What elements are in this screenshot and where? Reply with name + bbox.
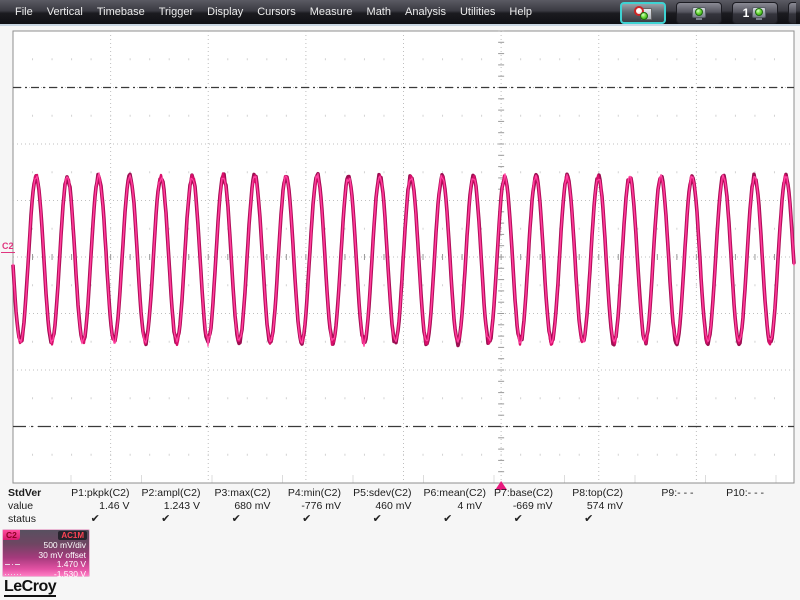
measurement-row-status: status ✔ ✔ ✔ ✔ ✔ ✔ ✔ ✔: [0, 512, 800, 526]
measurement-value-P1: 1.46 V: [99, 499, 130, 512]
menu-item-display[interactable]: Display: [200, 1, 250, 23]
channel-descriptor-box[interactable]: C2 AC1M 500 mV/div 30 mV offset 1.470 V …: [2, 529, 90, 579]
display-button[interactable]: [676, 2, 722, 24]
lecroy-logo: LeCroy: [4, 578, 57, 597]
trace-label-c2[interactable]: C2: [1, 242, 15, 253]
measurement-label-P6[interactable]: P6:mean(C2): [424, 487, 495, 499]
measurement-label-P5[interactable]: P5:sdev(C2): [353, 487, 424, 499]
menu-items: File Vertical Timebase Trigger Display Cursor…: [0, 1, 539, 23]
measurement-row-value: value 1.46 V 1.243 V 680 mV -776 mV 460 mV 4 m…: [0, 499, 800, 512]
display-1-button[interactable]: 1: [732, 2, 778, 24]
dotted-line-icon: [5, 573, 21, 575]
measurement-value-P4: -776 mV: [301, 499, 341, 512]
measurement-label-P7[interactable]: P7:base(C2): [494, 487, 565, 499]
dashdot-line-icon: [5, 564, 21, 565]
measurement-status-P1: ✔: [90, 513, 100, 525]
menu-item-measure[interactable]: Measure: [303, 1, 360, 23]
monitor-green-ball-icon: [691, 6, 707, 20]
measurement-row-stdver: StdVer P1:pkpk(C2) P2:ampl(C2) P3:max(C2) P4…: [0, 486, 800, 499]
measurement-value-P8: 574 mV: [586, 499, 623, 512]
channel-upper-level: 1.470 V: [56, 559, 86, 569]
menu-item-timebase[interactable]: Timebase: [90, 1, 152, 23]
menu-bar: File Vertical Timebase Trigger Display Cursor…: [0, 0, 800, 26]
menu-item-help[interactable]: Help: [502, 1, 539, 23]
partial-button[interactable]: [788, 2, 796, 24]
measurement-value-P2: 1.243 V: [163, 499, 200, 512]
measurement-label-P4[interactable]: P4:min(C2): [283, 487, 354, 499]
measurement-table: StdVer P1:pkpk(C2) P2:ampl(C2) P3:max(C2) P4…: [0, 486, 800, 526]
measurement-value-P7: -669 mV: [512, 499, 553, 512]
measurement-label-P2[interactable]: P2:ampl(C2): [142, 487, 213, 499]
menu-item-trigger[interactable]: Trigger: [152, 1, 200, 23]
measurement-status-P7: ✔: [513, 513, 523, 525]
row-header: status: [8, 512, 37, 525]
menu-item-analysis[interactable]: Analysis: [398, 1, 453, 23]
menu-item-vertical[interactable]: Vertical: [40, 1, 90, 23]
toolbar: 1: [620, 0, 800, 26]
measurement-status-P2: ✔: [161, 513, 171, 525]
measurement-label-P3[interactable]: P3:max(C2): [212, 487, 283, 499]
measurement-status-P6: ✔: [443, 513, 453, 525]
measurement-value-P3: 680 mV: [234, 499, 271, 512]
measurement-status-P5: ✔: [372, 513, 382, 525]
menu-item-utilities[interactable]: Utilities: [453, 1, 502, 23]
row-header: StdVer: [8, 486, 42, 499]
measurement-label-P8[interactable]: P8:top(C2): [565, 487, 636, 499]
channel-badge[interactable]: C2: [3, 530, 20, 540]
channel-lower-level: -1.530 V: [53, 568, 86, 579]
measurement-status-P4: ✔: [302, 513, 312, 525]
menu-item-cursors[interactable]: Cursors: [250, 1, 303, 23]
measurement-label-P1[interactable]: P1:pkpk(C2): [71, 487, 142, 499]
measurement-label-P10[interactable]: P10:- - -: [706, 487, 777, 499]
measurement-status-P3: ✔: [231, 513, 241, 525]
monitor-green-ball-icon: [751, 6, 767, 20]
oscilloscope-screen: C2 File Vertical Timebase Trigger Display Cur…: [0, 0, 800, 600]
row-header: value: [8, 499, 34, 512]
button-number-label: 1: [742, 6, 750, 20]
measurement-status-P8: ✔: [584, 513, 594, 525]
coupling-badge[interactable]: AC1M: [58, 531, 87, 540]
menu-item-math[interactable]: Math: [360, 1, 398, 23]
measurement-label-P9[interactable]: P9:- - -: [635, 487, 706, 499]
alarm-clock-green-ball-icon: [634, 5, 652, 21]
measurement-value-P5: 460 mV: [375, 499, 412, 512]
measurement-value-P6: 4 mV: [457, 499, 482, 512]
timer-capture-button[interactable]: [620, 2, 666, 24]
menu-item-file[interactable]: File: [8, 1, 40, 23]
